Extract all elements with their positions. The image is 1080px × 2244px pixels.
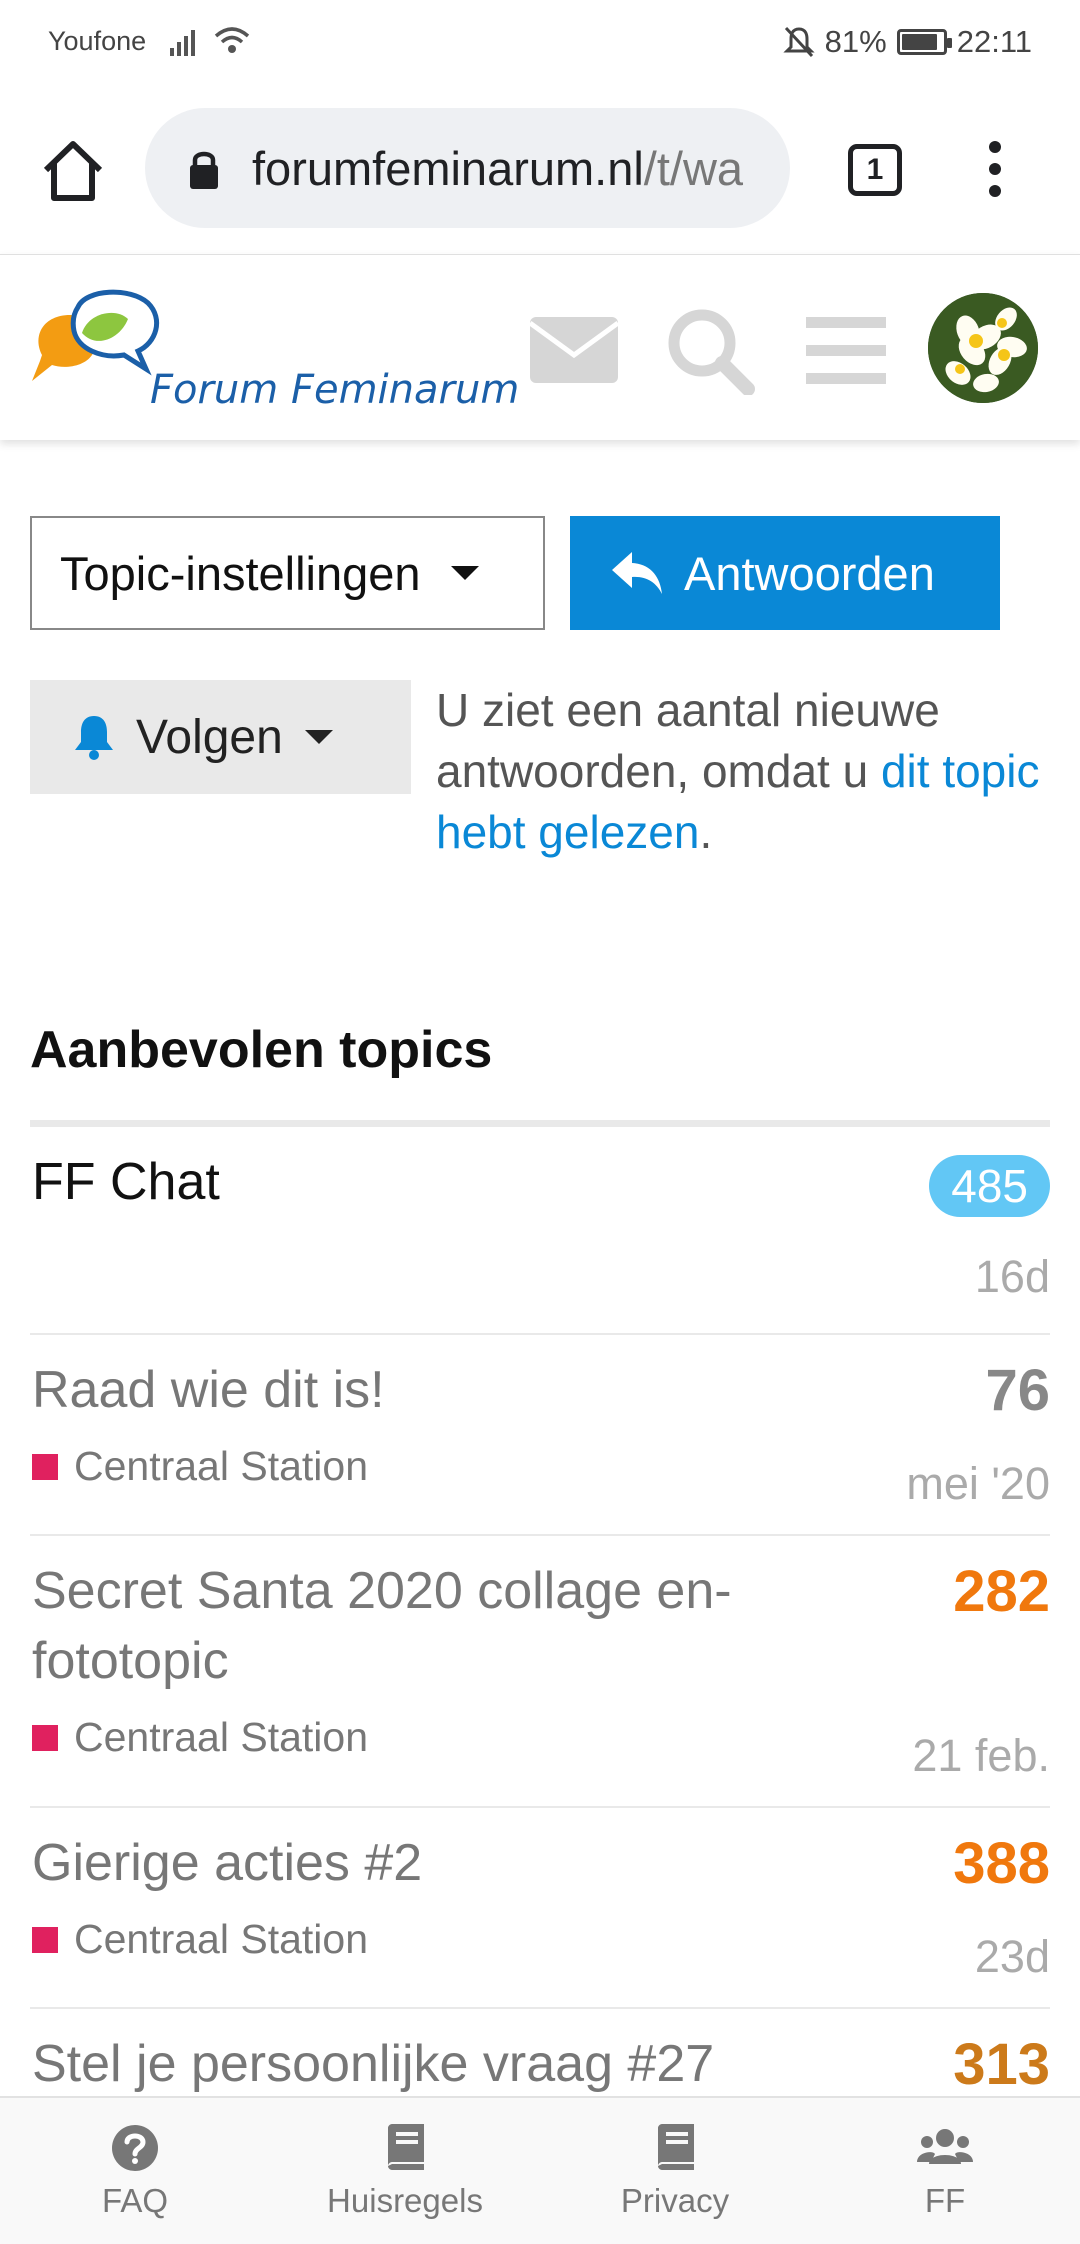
avatar[interactable] [928, 293, 1038, 403]
follow-label: Volgen [136, 710, 283, 764]
lock-icon [190, 151, 218, 189]
category-name: Centraal Station [74, 1443, 369, 1489]
topic-activity-date: 16d [974, 1251, 1050, 1302]
browser-menu-icon[interactable] [985, 141, 1005, 205]
envelope-icon[interactable] [528, 315, 620, 385]
flower-picture [928, 293, 1038, 403]
topic-activity-date: 23d [974, 1931, 1050, 1982]
clock: 22:11 [956, 24, 1032, 59]
category-name: Centraal Station [74, 1714, 369, 1760]
reply-button[interactable]: Antwoorden [570, 516, 1000, 630]
topic-activity-date: mei '20 [906, 1458, 1050, 1509]
topic-category[interactable]: Centraal Station [32, 1443, 1050, 1490]
category-color-icon [32, 1453, 58, 1480]
nav-ff[interactable]: FF [845, 2124, 1045, 2220]
topic-row[interactable]: FF Chat 485 16d [30, 1127, 1050, 1335]
nav-label: FF [924, 2182, 966, 2219]
url-path: /t/wa [643, 142, 744, 195]
topic-row[interactable]: Gierige acties #2 Centraal Station 388 2… [30, 1808, 1050, 2009]
bottom-navigation: FAQ Huisregels Privacy FF [0, 2096, 1080, 2244]
reply-arrow-icon [612, 552, 662, 594]
topic-activity-date: 21 feb. [912, 1730, 1050, 1781]
battery-icon [896, 29, 952, 55]
battery-percent: 81% [824, 24, 887, 59]
topic-settings-label: Topic-instellingen [60, 546, 421, 600]
topic-title[interactable]: Stel je persoonlijke vraag #27 [32, 2029, 832, 2099]
site-header: Forum Feminarum [0, 254, 1080, 440]
nav-faq[interactable]: FAQ [35, 2124, 235, 2220]
reply-label: Antwoorden [684, 546, 935, 600]
chevron-down-icon [304, 730, 333, 744]
nav-label: Huisregels [327, 2182, 483, 2219]
topic-category[interactable]: Centraal Station [32, 1714, 1050, 1761]
chevron-down-icon [450, 566, 479, 580]
reply-count: 76 [985, 1358, 1050, 1423]
mute-bell-icon [783, 26, 815, 58]
category-color-icon [32, 1926, 58, 1953]
reply-count: 388 [953, 1831, 1050, 1896]
follow-dropdown-button[interactable]: Volgen [30, 680, 411, 794]
topic-title[interactable]: Raad wie dit is! [32, 1355, 832, 1425]
unread-count-badge[interactable]: 485 [929, 1155, 1050, 1217]
topic-row[interactable]: Raad wie dit is! Centraal Station 76 mei… [30, 1335, 1050, 1536]
book-icon [658, 2124, 694, 2170]
url-host: forumfeminarum.nl [252, 142, 644, 195]
hamburger-menu-icon[interactable] [806, 315, 886, 385]
nav-label: FAQ [101, 2182, 169, 2219]
site-logo[interactable]: Forum Feminarum [30, 285, 519, 415]
notification-suffix: . [699, 806, 713, 858]
notification-reason: U ziet een aantal nieuwe antwoorden, omd… [436, 680, 1046, 863]
topic-category[interactable]: Centraal Station [32, 1916, 1050, 1963]
reply-count: 282 [953, 1559, 1050, 1624]
reply-count: 313 [953, 2032, 1050, 2097]
users-icon [917, 2129, 973, 2164]
topic-settings-button[interactable]: Topic-instellingen [30, 516, 545, 630]
battery-level [901, 34, 938, 50]
bell-icon [75, 716, 113, 760]
home-icon[interactable] [38, 136, 108, 206]
topic-row[interactable]: Secret Santa 2020 collage en-fototopic C… [30, 1536, 1050, 1808]
nav-label: Privacy [620, 2182, 730, 2219]
topic-title[interactable]: Gierige acties #2 [32, 1828, 832, 1898]
topic-title[interactable]: FF Chat [32, 1147, 832, 1217]
search-icon[interactable] [664, 305, 756, 395]
nav-privacy[interactable]: Privacy [575, 2124, 775, 2220]
wifi-icon [214, 27, 250, 53]
book-icon [388, 2124, 424, 2170]
category-name: Centraal Station [74, 1916, 369, 1962]
nav-huisregels[interactable]: Huisregels [305, 2124, 505, 2220]
signal-icon [170, 30, 195, 56]
category-color-icon [32, 1724, 58, 1751]
site-name: Forum Feminarum [150, 367, 520, 413]
tab-switcher-button[interactable]: 1 [848, 144, 902, 196]
logo-bubbles-icon [32, 289, 160, 381]
url-text: forumfeminarum.nl/t/wa [252, 141, 743, 196]
recommended-topics-list: FF Chat 485 16d Raad wie dit is! Centraa… [30, 1120, 1050, 2149]
carrier-name: Youfone [48, 26, 147, 56]
recommended-heading: Aanbevolen topics [30, 1021, 493, 1079]
question-circle-icon [112, 2125, 158, 2171]
browser-toolbar: forumfeminarum.nl/t/wa 1 [0, 86, 1080, 254]
status-bar: Youfone 81% 22:11 [0, 0, 1080, 86]
topic-title[interactable]: Secret Santa 2020 collage en-fototopic [32, 1556, 832, 1696]
address-bar[interactable]: forumfeminarum.nl/t/wa [145, 108, 790, 228]
notification-text: U ziet een aantal nieuwe antwoorden, omd… [436, 684, 940, 797]
